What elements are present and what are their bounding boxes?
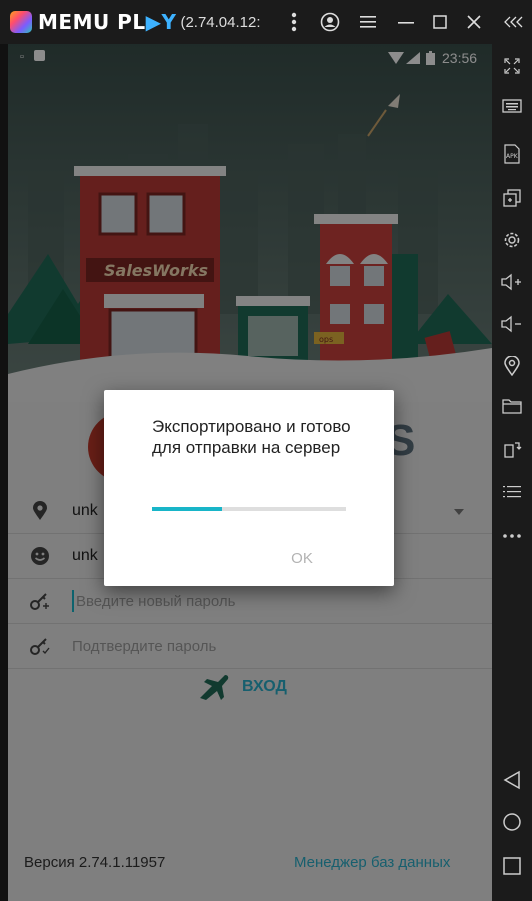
account-icon[interactable] (318, 8, 342, 36)
emulator-titlebar: MEMU PL▶Y (2.74.04.12: (0, 0, 532, 44)
svg-text:APK: APK (506, 153, 519, 160)
progress-fill (152, 507, 222, 511)
back-icon[interactable] (492, 764, 532, 796)
kebab-icon[interactable] (284, 8, 304, 36)
more-icon[interactable] (492, 520, 532, 552)
brand-name: MEMU PL▶Y (38, 10, 177, 34)
maximize-icon[interactable] (428, 8, 452, 36)
rotate-icon[interactable] (492, 434, 532, 466)
recent-icon[interactable] (492, 850, 532, 882)
close-icon[interactable] (462, 8, 486, 36)
folder-icon[interactable] (492, 390, 532, 422)
location-icon[interactable] (492, 350, 532, 382)
memu-logo-icon (10, 11, 32, 33)
keyboard-icon[interactable] (492, 90, 532, 122)
version-label: (2.74.04.12: (180, 13, 261, 31)
menu-icon[interactable] (356, 8, 380, 36)
settings-icon[interactable] (492, 224, 532, 256)
dialog-message: Экспортировано и готово для отправки на … (152, 417, 351, 457)
volume-up-icon[interactable] (492, 266, 532, 298)
phone-screen: SalesWorks ops ▫ 23:56 S unk unk Введите… (8, 44, 492, 901)
volume-down-icon[interactable] (492, 308, 532, 340)
more-list-icon[interactable] (492, 476, 532, 508)
collapse-icon[interactable] (500, 8, 528, 36)
ok-button[interactable]: OK (274, 544, 330, 572)
minimize-icon[interactable] (394, 8, 418, 36)
apk-icon[interactable]: APK (492, 138, 532, 170)
progress-bar (152, 507, 346, 511)
fullscreen-icon[interactable] (492, 50, 532, 82)
home-icon[interactable] (492, 806, 532, 838)
emulator-toolbar: APK (492, 44, 532, 901)
multi-window-icon[interactable] (492, 182, 532, 214)
export-dialog: Экспортировано и готово для отправки на … (104, 390, 394, 586)
